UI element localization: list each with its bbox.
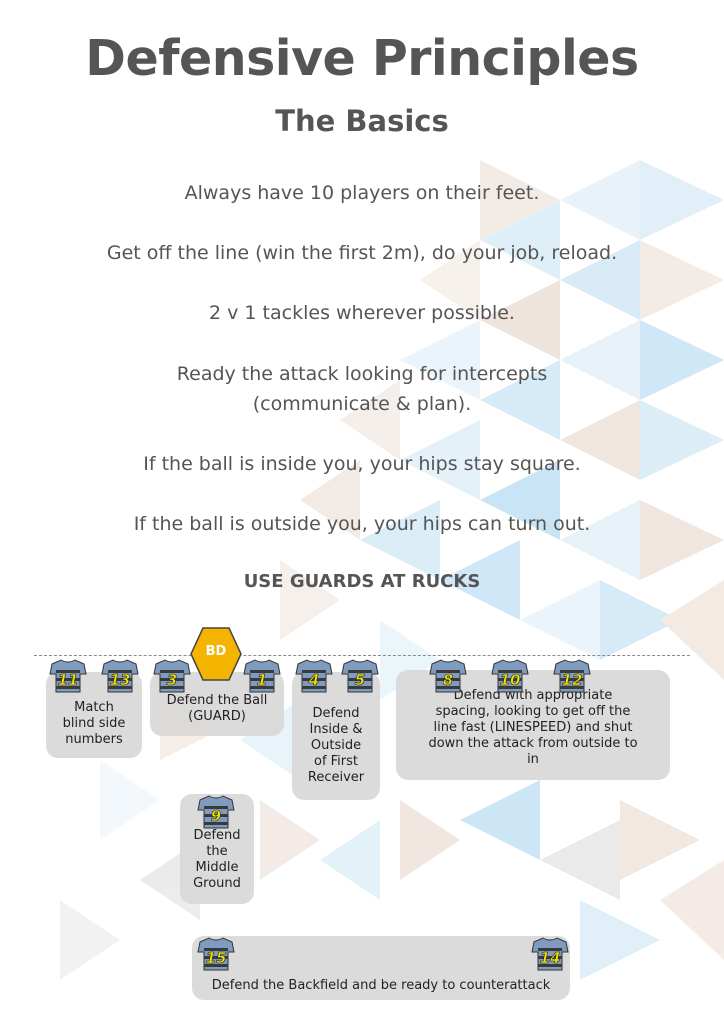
player-shirt-11: 11 (48, 658, 88, 694)
principle-hips-out: If the ball is outside you, your hips ca… (133, 513, 591, 535)
role-line: Defend (312, 706, 360, 721)
player-shirt-3: 3 (152, 658, 192, 694)
shirt-number: 9 (211, 807, 221, 825)
role-line: Receiver (307, 770, 365, 785)
player-shirt-4: 4 (294, 658, 334, 694)
role-line: Outside (310, 738, 362, 753)
role-line: Ground (193, 876, 241, 891)
shirt-icon: 5 (341, 659, 379, 693)
shirt-number: 8 (443, 671, 453, 689)
role-line: Inside & (309, 722, 363, 737)
breakdown-label: BD (205, 644, 227, 659)
player-shirt-15: 15 (196, 936, 236, 972)
shirt-icon: 9 (197, 795, 235, 829)
shirt-icon: 10 (491, 659, 529, 693)
player-shirt-13: 13 (100, 658, 140, 694)
role-line: of First (313, 754, 359, 769)
defensive-line (34, 655, 690, 656)
shirt-icon: 14 (531, 937, 569, 971)
shirt-number: 12 (562, 671, 583, 689)
role-line: Defend the Ball (166, 693, 268, 708)
backfield-role-box: Defend the Backfield and be ready to cou… (192, 936, 570, 1000)
shirt-icon: 1 (243, 659, 281, 693)
player-shirt-9: 9 (196, 794, 236, 830)
breakdown-marker: BD (190, 626, 242, 682)
principle-line: Get off the line (win the first 2m), do … (106, 242, 618, 264)
shirt-number: 14 (540, 949, 561, 967)
shirt-number: 13 (110, 671, 131, 689)
shirt-number: 1 (257, 671, 267, 689)
role-line: blind side (62, 716, 126, 731)
role-line: Defend (193, 828, 241, 843)
role-line: down the attack from outside to (428, 736, 638, 751)
shirt-icon: 13 (101, 659, 139, 693)
role-line: Match (74, 700, 114, 715)
shirt-number: 3 (167, 671, 177, 689)
shirt-number: 5 (355, 671, 365, 689)
principle-feet: Always have 10 players on their feet. (184, 182, 540, 204)
page-subtitle: The Basics (275, 104, 449, 138)
player-shirt-12: 12 (552, 658, 592, 694)
page-title: Defensive Principles (85, 30, 639, 87)
shirt-icon: 11 (49, 659, 87, 693)
shirt-number: 10 (500, 671, 521, 689)
role-line: Middle (195, 860, 239, 875)
shirt-icon: 8 (429, 659, 467, 693)
role-line: in (527, 752, 539, 767)
player-shirt-5: 5 (340, 658, 380, 694)
role-line: Defend the Backfield and be ready to cou… (211, 978, 551, 993)
player-shirt-14: 14 (530, 936, 570, 972)
principle-intercepts: Ready the attack looking for intercepts (176, 363, 548, 385)
role-line: line fast (LINESPEED) and shut (433, 720, 633, 735)
principle-intercepts-note: (communicate & plan). (252, 393, 472, 415)
shirt-number: 4 (308, 671, 319, 689)
shirt-icon: 3 (153, 659, 191, 693)
principle-2v1: 2 v 1 tackles wherever possible. (209, 302, 515, 324)
guards-heading: USE GUARDS AT RUCKS (243, 571, 481, 592)
role-line: (GUARD) (188, 709, 246, 724)
role-line: spacing, looking to get off the (435, 704, 631, 719)
shirt-icon: 4 (295, 659, 333, 693)
player-shirt-1: 1 (242, 658, 282, 694)
player-shirt-8: 8 (428, 658, 468, 694)
role-line: numbers (65, 732, 123, 747)
shirt-number: 11 (58, 671, 79, 689)
shirt-number: 15 (206, 949, 227, 967)
shirt-icon: 15 (197, 937, 235, 971)
role-line: the (206, 844, 228, 859)
principle-hips-square: If the ball is inside you, your hips sta… (143, 453, 581, 475)
player-shirt-10: 10 (490, 658, 530, 694)
shirt-icon: 12 (553, 659, 591, 693)
